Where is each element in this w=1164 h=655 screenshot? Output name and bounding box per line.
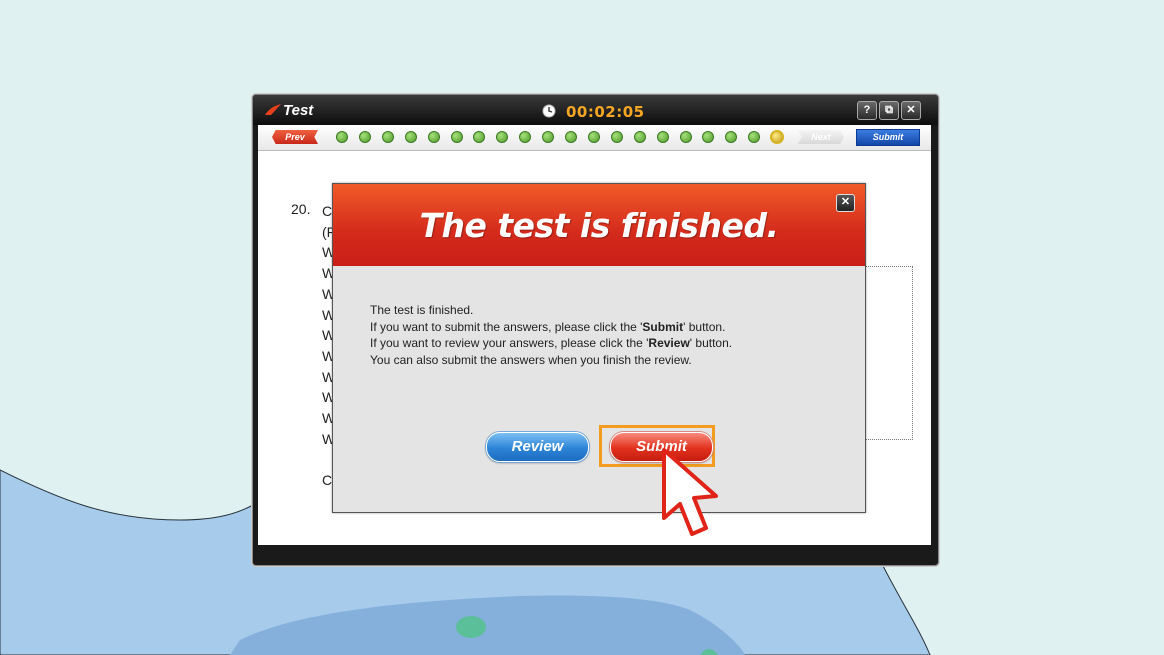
question-dot[interactable] — [748, 131, 761, 143]
prev-button[interactable]: Prev — [272, 130, 318, 144]
clock-icon — [542, 104, 556, 118]
submit-top-button[interactable]: Submit — [856, 129, 920, 146]
question-dot[interactable] — [381, 131, 394, 143]
question-dot[interactable] — [427, 131, 440, 143]
pointer-arrow-icon — [662, 448, 718, 536]
next-button[interactable]: Next — [798, 130, 844, 144]
dialog-message: The test is finished. If you want to sub… — [370, 302, 732, 368]
question-dot[interactable] — [656, 131, 669, 143]
question-dot[interactable] — [358, 131, 371, 143]
question-dot[interactable] — [610, 131, 623, 143]
question-dot[interactable] — [519, 131, 532, 143]
dialog-title: The test is finished. — [419, 206, 779, 245]
question-dot[interactable] — [336, 131, 348, 143]
timer: 00:02:05 — [566, 103, 645, 121]
question-dot[interactable] — [725, 131, 738, 143]
dialog-header: The test is finished. ✕ — [333, 184, 865, 266]
question-dot[interactable] — [473, 131, 486, 143]
message-line-4: You can also submit the answers when you… — [370, 352, 692, 367]
question-dot[interactable] — [404, 131, 417, 143]
question-dot[interactable] — [770, 130, 785, 144]
question-number: 20. — [291, 201, 311, 217]
finish-dialog: The test is finished. ✕ The test is fini… — [332, 183, 866, 513]
flame-logo-icon — [265, 104, 281, 115]
question-dot[interactable] — [702, 131, 715, 143]
close-button[interactable]: ✕ — [901, 101, 921, 120]
question-dot[interactable] — [496, 131, 509, 143]
help-button[interactable]: ? — [857, 101, 877, 120]
question-dot[interactable] — [565, 131, 577, 143]
restore-button[interactable]: ⧉ — [879, 101, 899, 120]
title-bar: Test 00:02:05 ? ⧉ ✕ — [253, 95, 938, 125]
message-line-1: The test is finished. — [370, 303, 474, 317]
question-dot[interactable] — [633, 131, 646, 143]
bottom-bar — [258, 545, 931, 559]
question-dot[interactable] — [450, 131, 463, 143]
question-navigator: Prev Next Submit — [258, 125, 931, 151]
question-dot[interactable] — [542, 131, 555, 143]
question-dot[interactable] — [587, 131, 600, 143]
message-line-3: If you want to review your answers, plea… — [370, 336, 733, 350]
message-line-2: If you want to submit the answers, pleas… — [370, 319, 726, 334]
question-dot[interactable] — [679, 131, 692, 143]
dialog-close-button[interactable]: ✕ — [836, 194, 855, 212]
review-button[interactable]: Review — [486, 432, 589, 462]
app-title: Test — [283, 102, 314, 119]
